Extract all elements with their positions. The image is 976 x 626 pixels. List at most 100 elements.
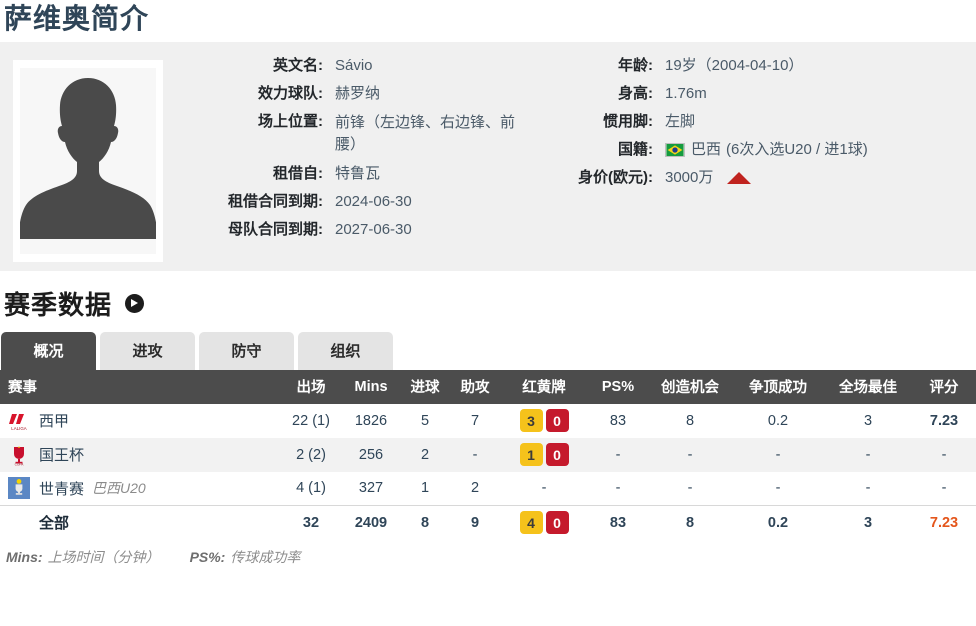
cell-chances-created: - bbox=[687, 480, 693, 497]
label-nationality: 国籍: bbox=[618, 140, 653, 158]
table-total-row: 全部 32 2409 8 9 4 0 83 8 0.2 3 7.23 bbox=[0, 505, 976, 540]
cell-rating: - bbox=[912, 437, 976, 472]
u20-world-cup-icon bbox=[8, 477, 30, 500]
cell-cards: 3 0 bbox=[500, 404, 588, 438]
tab-organisation[interactable]: 组织 bbox=[298, 331, 393, 370]
season-data-heading: 赛季数据 bbox=[0, 271, 976, 326]
cell-assists-total: 9 bbox=[450, 505, 500, 540]
cell-cards-total: 4 0 bbox=[500, 505, 588, 540]
player-photo bbox=[13, 59, 163, 262]
cell-cards: - bbox=[541, 480, 547, 497]
player-silhouette-icon bbox=[20, 67, 156, 254]
value-up-triangle-icon bbox=[727, 171, 752, 184]
arrow-right-circle-icon[interactable] bbox=[125, 293, 145, 313]
column-header-cards[interactable]: 红黄牌 bbox=[500, 369, 588, 404]
cell-rating-total: 7.23 bbox=[912, 505, 976, 540]
value-english-name: Sávio bbox=[335, 56, 373, 74]
cell-mins-total: 2409 bbox=[342, 505, 400, 540]
value-nationality-wrap: 巴西 (6次入选U20 / 进1球) bbox=[665, 140, 976, 160]
cell-chances-created: - bbox=[648, 437, 732, 472]
info-row-parent-contract-expiry: 母队合同到期: 2027-06-30 bbox=[195, 220, 555, 240]
column-header-goals[interactable]: 进球 bbox=[400, 369, 450, 404]
cell-goals-total: 8 bbox=[400, 505, 450, 540]
cell-aerial-won-total: 0.2 bbox=[732, 505, 824, 540]
value-position: 前锋（左边锋、右边锋、前腰） bbox=[335, 113, 516, 153]
season-data-title: 赛季数据 bbox=[4, 289, 113, 320]
tab-defence[interactable]: 防守 bbox=[199, 331, 294, 370]
competition-name: 国王杯 bbox=[39, 447, 85, 465]
info-row-club: 效力球队: 赫罗纳 bbox=[195, 84, 555, 104]
cell-chances-created: 8 bbox=[685, 412, 695, 429]
column-header-aerial-won[interactable]: 争顶成功 bbox=[732, 369, 824, 404]
column-header-pass-success[interactable]: PS% bbox=[588, 369, 648, 404]
season-tabs: 概况 进攻 防守 组织 bbox=[0, 331, 976, 370]
cell-goals: 5 bbox=[420, 412, 430, 429]
cell-apps: 2 (2) bbox=[280, 437, 342, 472]
cell-aerial-won: - bbox=[732, 437, 824, 472]
competition-subtitle: 巴西U20 bbox=[92, 480, 146, 497]
value-parent-contract-expiry: 2027-06-30 bbox=[335, 220, 412, 238]
table-header-row: 赛事 出场 Mins 进球 助攻 红黄牌 PS% 创造机会 争顶成功 全场最佳 … bbox=[0, 369, 976, 404]
svg-text:LALIGA: LALIGA bbox=[11, 426, 26, 431]
tab-overview[interactable]: 概况 bbox=[1, 331, 96, 370]
player-info-right-column: 年龄: 19岁（2004-04-10） 身高: 1.76m 惯用脚: 左脚 国籍… bbox=[565, 56, 976, 248]
column-header-assists[interactable]: 助攻 bbox=[450, 369, 500, 404]
cell-competition-total: 全部 bbox=[0, 505, 280, 540]
cell-chances-created-total: 8 bbox=[648, 505, 732, 540]
value-loan-expiry: 2024-06-30 bbox=[335, 192, 412, 210]
label-height: 身高: bbox=[618, 84, 653, 102]
cell-motm: 3 bbox=[863, 412, 873, 429]
brazil-flag-icon bbox=[665, 142, 685, 157]
column-header-apps[interactable]: 出场 bbox=[280, 369, 342, 404]
red-card-badge: 0 bbox=[545, 511, 569, 535]
column-header-chances-created[interactable]: 创造机会 bbox=[648, 369, 732, 404]
cell-rating: 7.23 bbox=[929, 412, 959, 429]
competition-name: 世青赛 bbox=[39, 480, 85, 498]
value-height: 1.76m bbox=[665, 84, 707, 102]
cell-apps-total: 32 bbox=[280, 505, 342, 540]
cell-mins: 256 bbox=[342, 437, 400, 472]
cell-mins: 1826 bbox=[354, 412, 388, 429]
footnote-mins-text: 上场时间（分钟） bbox=[47, 548, 160, 565]
table-footnote: Mins: 上场时间（分钟） PS%: 传球成功率 bbox=[0, 540, 976, 567]
column-header-mins[interactable]: Mins bbox=[342, 369, 400, 404]
cell-pass-success: - bbox=[615, 480, 621, 497]
footnote-ps-text: 传球成功率 bbox=[230, 548, 301, 565]
total-label: 全部 bbox=[39, 515, 70, 533]
cell-assists: - bbox=[450, 437, 500, 472]
value-market-value-wrap: 3000万 bbox=[665, 168, 976, 188]
info-row-position: 场上位置: 前锋（左边锋、右边锋、前腰） bbox=[195, 112, 555, 156]
cell-motm: - bbox=[824, 437, 912, 472]
cell-cards: 1 0 bbox=[500, 437, 588, 472]
yellow-card-badge: 3 bbox=[519, 409, 543, 433]
column-header-motm[interactable]: 全场最佳 bbox=[824, 369, 912, 404]
table-row[interactable]: 世青赛 巴西U20 4 (1) 327 1 2 - - - - - - bbox=[0, 472, 976, 506]
copa-del-rey-icon: COPA bbox=[14, 445, 24, 466]
cell-competition: 世青赛 巴西U20 bbox=[0, 472, 280, 506]
yellow-card-badge: 4 bbox=[519, 511, 543, 535]
value-market-value: 3000万 bbox=[665, 168, 714, 186]
player-profile-panel: 英文名: Sávio 效力球队: 赫罗纳 场上位置: 前锋（左边锋、右边锋、前腰… bbox=[0, 41, 976, 271]
label-preferred-foot: 惯用脚: bbox=[603, 112, 653, 130]
cell-aerial-won: 0.2 bbox=[767, 412, 789, 429]
laliga-icon: LALIGA bbox=[9, 413, 27, 431]
cell-goals: 1 bbox=[420, 480, 430, 497]
info-row-preferred-foot: 惯用脚: 左脚 bbox=[565, 112, 976, 132]
column-header-competition[interactable]: 赛事 bbox=[0, 369, 280, 404]
info-row-english-name: 英文名: Sávio bbox=[195, 56, 555, 76]
red-card-badge: 0 bbox=[545, 443, 569, 467]
table-row[interactable]: LALIGA 西甲 22 (1) 1826 5 7 3 0 83 8 0.2 3… bbox=[0, 404, 976, 438]
tab-attack[interactable]: 进攻 bbox=[100, 331, 195, 370]
info-row-loan-from: 租借自: 特鲁瓦 bbox=[195, 164, 555, 184]
yellow-card-badge: 1 bbox=[519, 443, 543, 467]
column-header-rating[interactable]: 评分 bbox=[912, 369, 976, 404]
red-card-badge: 0 bbox=[545, 409, 569, 433]
cell-motm-total: 3 bbox=[824, 505, 912, 540]
value-nationality: 巴西 bbox=[691, 140, 722, 158]
cell-apps: 22 (1) bbox=[292, 412, 330, 429]
info-row-market-value: 身价(欧元): 3000万 bbox=[565, 168, 976, 188]
info-row-height: 身高: 1.76m bbox=[565, 84, 976, 104]
footnote-mins-key: Mins: bbox=[6, 548, 43, 565]
cell-rating: - bbox=[941, 480, 947, 497]
table-row[interactable]: COPA 国王杯 2 (2) 256 2 - 1 0 - - - - - bbox=[0, 437, 976, 472]
